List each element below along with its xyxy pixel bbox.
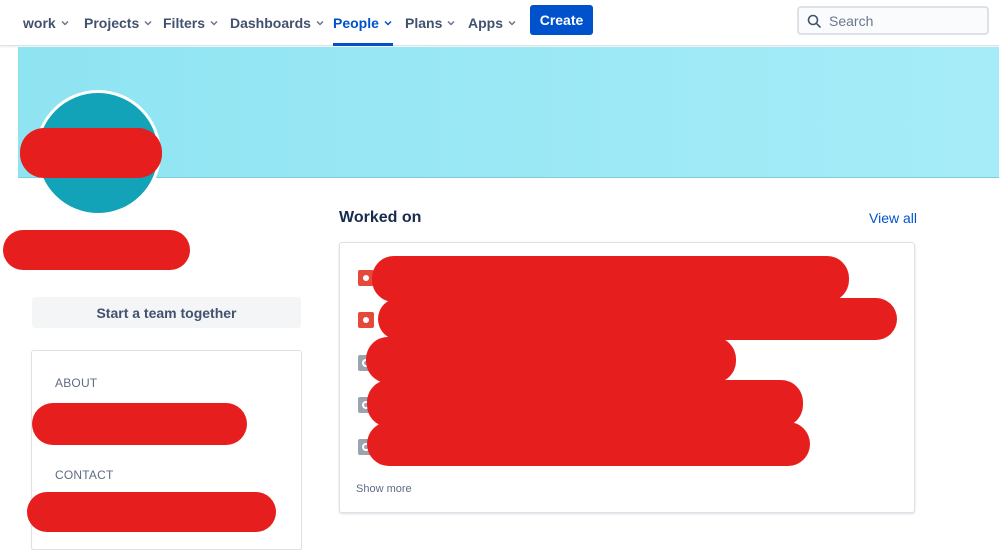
redaction-mark[interactable] <box>378 298 897 340</box>
profile-header-banner <box>18 47 999 178</box>
chevron-down-icon <box>508 20 516 26</box>
redaction-mark <box>3 230 190 270</box>
search-icon <box>807 14 821 28</box>
contact-section-label: CONTACT <box>55 468 114 482</box>
chevron-down-icon <box>384 20 392 26</box>
about-section-label: ABOUT <box>55 376 98 390</box>
redaction-mark <box>20 128 162 178</box>
chevron-down-icon <box>61 20 69 26</box>
view-all-link[interactable]: View all <box>869 210 917 226</box>
nav-item-plans[interactable]: Plans <box>405 0 456 46</box>
nav-item-label: Projects <box>84 15 140 31</box>
bug-icon <box>358 312 374 328</box>
chevron-down-icon <box>144 20 152 26</box>
nav-item-dashboards[interactable]: Dashboards <box>230 0 325 46</box>
redaction-mark <box>32 403 247 445</box>
search-box[interactable] <box>797 6 989 35</box>
top-navigation-bar: work Projects Filters Dashboards People … <box>0 0 999 46</box>
nav-item-people[interactable]: People <box>333 0 393 46</box>
redaction-mark[interactable] <box>372 256 849 302</box>
nav-item-label: People <box>333 15 379 31</box>
nav-item-label: work <box>23 15 56 31</box>
nav-item-filters[interactable]: Filters <box>163 0 219 46</box>
redaction-mark[interactable] <box>367 422 810 466</box>
show-more-link[interactable]: Show more <box>356 483 412 495</box>
create-button[interactable]: Create <box>530 5 593 35</box>
nav-item-label: Filters <box>163 15 206 31</box>
nav-item-label: Apps <box>468 15 503 31</box>
search-input[interactable] <box>829 12 979 29</box>
chevron-down-icon <box>210 20 218 26</box>
nav-item-work[interactable]: work <box>23 0 70 46</box>
redaction-mark[interactable] <box>366 337 736 383</box>
redaction-mark <box>27 492 276 532</box>
nav-item-apps[interactable]: Apps <box>468 0 517 46</box>
chevron-down-icon <box>316 20 324 26</box>
redaction-mark[interactable] <box>367 380 803 427</box>
chevron-down-icon <box>447 20 455 26</box>
start-team-button[interactable]: Start a team together <box>32 297 301 328</box>
worked-on-title: Worked on <box>339 209 422 226</box>
nav-item-label: Plans <box>405 15 443 31</box>
nav-item-projects[interactable]: Projects <box>84 0 153 46</box>
nav-item-label: Dashboards <box>230 15 311 31</box>
